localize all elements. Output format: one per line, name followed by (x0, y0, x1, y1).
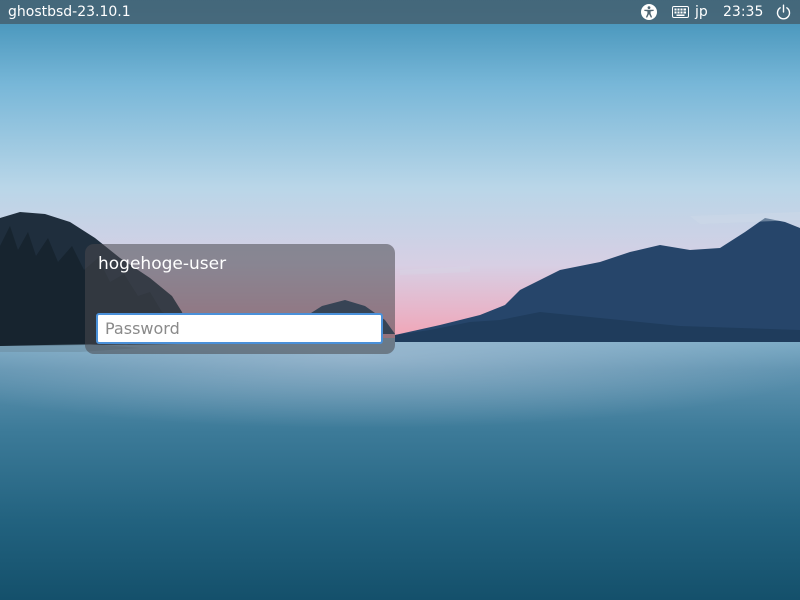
keyboard-icon (672, 3, 689, 21)
password-input[interactable] (96, 313, 383, 344)
keyboard-layout-indicator[interactable]: jp (672, 3, 708, 21)
top-panel: ghostbsd-23.10.1 jp 23:35 (0, 0, 800, 24)
hostname-label: ghostbsd-23.10.1 (8, 4, 131, 20)
login-dialog: hogehoge-user (85, 244, 395, 354)
keyboard-layout-label: jp (695, 4, 708, 20)
power-icon[interactable] (775, 3, 792, 21)
login-screen: ghostbsd-23.10.1 jp 23:35 hogehoge-user (0, 0, 800, 600)
accessibility-icon[interactable] (640, 3, 658, 21)
clock: 23:35 (723, 4, 764, 20)
username-label: hogehoge-user (98, 254, 227, 274)
